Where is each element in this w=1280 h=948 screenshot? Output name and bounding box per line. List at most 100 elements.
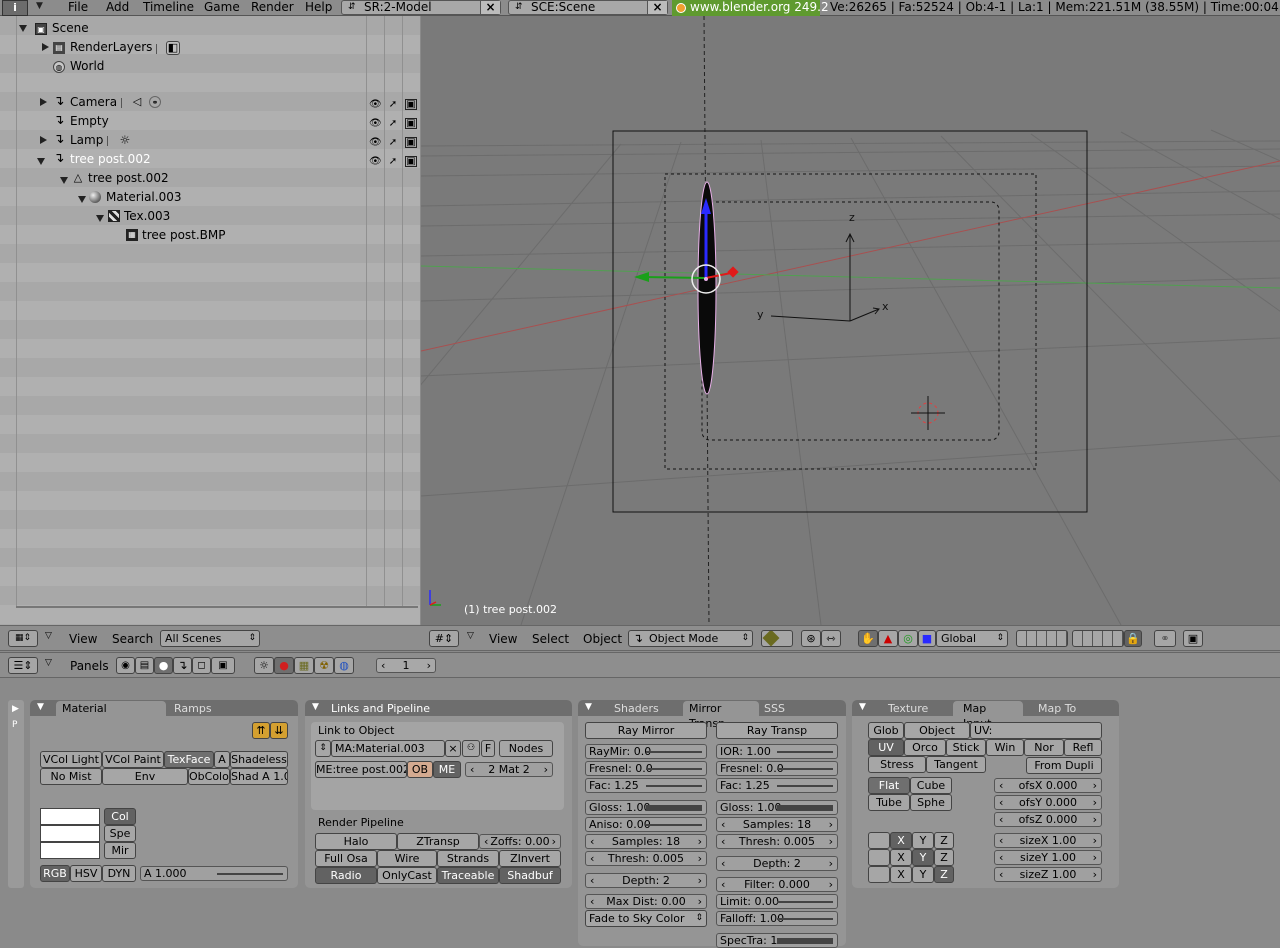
radio-toggle[interactable]: Radio	[315, 867, 377, 884]
tab-material[interactable]: Material	[56, 701, 166, 716]
col-button[interactable]: Col	[104, 808, 136, 825]
outliner-scene-filter[interactable]: All Scenes ⇕	[160, 630, 260, 647]
chevron-down-icon[interactable]: ▼	[36, 1, 43, 11]
map-stick-button[interactable]: Stick	[946, 739, 986, 756]
tab-map-to[interactable]: Map To	[1028, 701, 1098, 716]
wire-toggle[interactable]: Wire	[377, 850, 437, 867]
map-z-none[interactable]	[868, 866, 890, 883]
outliner-row-empty[interactable]: Empty	[70, 112, 109, 131]
fac-transp-slider[interactable]: Fac: 1.25	[716, 778, 838, 793]
chevron-down-icon[interactable]: ▽	[45, 658, 52, 668]
pivot-selector[interactable]: ⊛	[801, 630, 821, 647]
map-nor-button[interactable]: Nor	[1024, 739, 1064, 756]
viewport-menu-object[interactable]: Object	[583, 632, 622, 646]
cursor-arrow-icon[interactable]: ➚	[387, 99, 399, 110]
vcol-light-toggle[interactable]: VCol Light	[40, 751, 102, 768]
expand-toggle[interactable]	[96, 215, 104, 222]
from-dupli-button[interactable]: From Dupli	[1026, 757, 1102, 774]
layer-buttons-a[interactable]	[1016, 630, 1068, 647]
map-z-y-button[interactable]: Y	[912, 866, 934, 883]
tab-shaders[interactable]: Shaders	[604, 701, 684, 716]
render-icon[interactable]: ▣	[405, 156, 417, 167]
outliner-row-texture[interactable]: Tex.003	[124, 207, 170, 226]
menu-timeline[interactable]: Timeline	[143, 0, 194, 16]
map-y-z-button[interactable]: Z	[934, 849, 954, 866]
filter-field[interactable]: Filter: 0.000	[716, 877, 838, 892]
tab-sss[interactable]: SSS	[758, 701, 824, 716]
eye-icon[interactable]: 👁	[369, 137, 382, 148]
collapse-arrow-icon[interactable]: ▼	[312, 702, 319, 712]
alpha-slider[interactable]: A 1.000	[140, 866, 288, 881]
lock-icon[interactable]: 🔒	[1124, 630, 1142, 647]
map-glob-button[interactable]: Glob	[868, 722, 904, 739]
world-subcontext-icon[interactable]: ◍	[334, 657, 354, 674]
blender-site-badge[interactable]: www.blender.org 249.2	[672, 0, 829, 16]
ofsy-field[interactable]: ofsY 0.000	[994, 795, 1102, 810]
sizey-field[interactable]: sizeY 1.00	[994, 850, 1102, 865]
texface-toggle[interactable]: TexFace	[164, 751, 214, 768]
orientation-selector[interactable]: Global ⇕	[936, 630, 1008, 647]
proj-flat-button[interactable]: Flat	[868, 777, 910, 794]
obcolor-toggle[interactable]: ObColor	[188, 768, 230, 785]
render-preview-icon[interactable]: ▣	[1183, 630, 1203, 647]
cursor-arrow-icon[interactable]: ➚	[387, 137, 399, 148]
menu-add[interactable]: Add	[106, 0, 129, 16]
map-orco-button[interactable]: Orco	[904, 739, 946, 756]
traceable-toggle[interactable]: Traceable	[437, 867, 499, 884]
material-name-field[interactable]: MA:Material.003	[331, 740, 445, 757]
no-mist-toggle[interactable]: No Mist	[40, 768, 102, 785]
eye-icon[interactable]: 👁	[369, 156, 382, 167]
shading-context-icon[interactable]: ●	[154, 657, 173, 674]
map-z-x-button[interactable]: X	[890, 866, 912, 883]
cursor-arrow-icon[interactable]: ➚	[387, 156, 399, 167]
map-x-y-button[interactable]: Y	[912, 832, 934, 849]
map-x-z-button[interactable]: Z	[934, 832, 954, 849]
outliner-row-scene[interactable]: Scene	[52, 19, 89, 38]
zinvert-toggle[interactable]: ZInvert	[499, 850, 561, 867]
outliner-row-tree-post-mesh[interactable]: tree post.002	[88, 169, 169, 188]
raymir-slider[interactable]: RayMir: 0.0	[585, 744, 707, 759]
zoffs-field[interactable]: Zoffs: 0.00	[479, 834, 561, 849]
aniso-slider[interactable]: Aniso: 0.00	[585, 817, 707, 832]
outliner-row-tree-post-object[interactable]: tree post.002	[70, 150, 151, 169]
screen-selector[interactable]: ⇵ SR:2-Model ×	[341, 0, 501, 15]
editor-type-menu[interactable]: ☰⇕	[8, 657, 38, 674]
proj-sphe-button[interactable]: Sphe	[910, 794, 952, 811]
ior-slider[interactable]: IOR: 1.00	[716, 744, 838, 759]
menu-file[interactable]: File	[68, 0, 88, 16]
eye-icon[interactable]: 👁	[369, 99, 382, 110]
map-y-x-button[interactable]: X	[890, 849, 912, 866]
ztransp-toggle[interactable]: ZTransp	[397, 833, 479, 850]
rgb-mode-button[interactable]: RGB	[40, 865, 70, 882]
frame-number-field[interactable]: 1	[376, 658, 436, 673]
falloff-slider[interactable]: Falloff: 1.00	[716, 911, 838, 926]
max-dist-field[interactable]: Max Dist: 0.00	[585, 894, 707, 909]
fresnel-mirror-slider[interactable]: Fresnel: 0.0	[585, 761, 707, 776]
color-swatch-col[interactable]	[40, 808, 100, 825]
editor-type-menu[interactable]: ▦⇕	[8, 630, 38, 647]
copy-material-button[interactable]: ⇈	[252, 722, 270, 739]
shadow-alpha-field[interactable]: Shad A 1.00	[230, 768, 288, 785]
material-browse[interactable]: ⇕	[315, 740, 331, 757]
collapse-arrow-icon[interactable]: ▼	[859, 702, 866, 712]
onlycast-toggle[interactable]: OnlyCast	[377, 867, 437, 884]
outliner-scrollbar[interactable]	[16, 606, 418, 608]
material-subcontext-icon[interactable]: ●	[274, 657, 294, 674]
thresh-mirror-field[interactable]: Thresh: 0.005	[585, 851, 707, 866]
ray-transp-toggle[interactable]: Ray Transp	[716, 722, 838, 739]
map-z-z-button[interactable]: Z	[934, 866, 954, 883]
chevron-down-icon[interactable]: ▽	[467, 631, 474, 641]
map-object-button[interactable]: Object	[904, 722, 970, 739]
object-context-icon[interactable]: ↴	[173, 657, 192, 674]
3d-viewport[interactable]: z y x (1) tree post.002	[421, 16, 1280, 625]
ofsx-field[interactable]: ofsX 0.000	[994, 778, 1102, 793]
full-osa-toggle[interactable]: Full Osa	[315, 850, 377, 867]
render-icon[interactable]: ▣	[405, 118, 417, 129]
fake-user-button[interactable]: F	[481, 740, 495, 757]
lamp-subcontext-icon[interactable]: ☼	[254, 657, 274, 674]
ofsz-field[interactable]: ofsZ 0.000	[994, 812, 1102, 827]
map-x-none-1[interactable]	[868, 832, 890, 849]
rotate-manipulator[interactable]: ◎	[898, 630, 918, 647]
cursor-arrow-icon[interactable]: ➚	[387, 118, 399, 129]
expand-toggle[interactable]	[19, 25, 27, 32]
